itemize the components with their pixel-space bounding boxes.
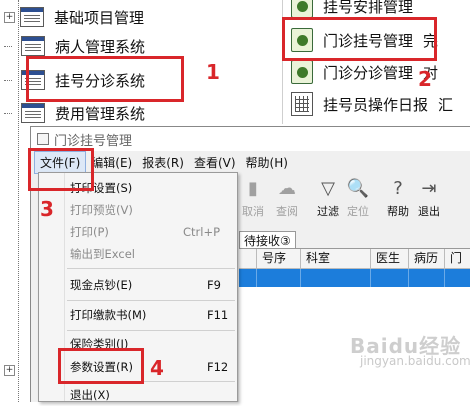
window-title: 门诊挂号管理 (54, 133, 133, 149)
menu-item-label: 打印缴款书(M) (70, 308, 147, 322)
menu-item-print[interactable]: 打印(P) Ctrl+P (39, 221, 237, 243)
menu-item-cash-count[interactable]: 现金点钞(E) F9 (39, 274, 237, 296)
annotation-step-4: 4 (150, 356, 164, 380)
menu-item-print-preview[interactable]: 打印预览(V) (39, 199, 237, 221)
column-header[interactable]: 病历 (409, 249, 445, 268)
report-grid-icon (291, 92, 313, 116)
tree-connector (4, 79, 12, 81)
module-book-icon (291, 0, 313, 18)
menu-report[interactable]: 报表(R) (137, 152, 189, 173)
menu-separator (67, 268, 235, 269)
menu-item-exit[interactable]: 退出(X) (39, 384, 237, 406)
column-header[interactable]: 科室 (301, 249, 371, 268)
submodule-outpatient-triage[interactable]: 门诊分诊管理 对 (291, 58, 438, 86)
module-window-icon (21, 36, 45, 56)
window-titlebar[interactable]: 门诊挂号管理 (31, 127, 470, 151)
menu-separator (67, 330, 235, 331)
tree-connector (4, 112, 12, 114)
tab-pending-receive[interactable]: 待接收③ (239, 231, 296, 249)
tree-item-basic-projects[interactable]: + 基础项目管理 (4, 3, 144, 31)
view-button[interactable]: ☁ 查阅 (272, 177, 302, 219)
menu-help[interactable]: 帮助(H) (241, 152, 293, 173)
annotation-box-step2 (282, 17, 437, 61)
column-header[interactable]: 门 (445, 249, 470, 268)
annotation-step-2: 2 (418, 67, 432, 91)
toolbar-label: 查阅 (276, 205, 298, 218)
menu-view[interactable]: 查看(V) (189, 152, 241, 173)
column-header[interactable]: 号序 (257, 249, 301, 268)
tree-item-label: 基础项目管理 (54, 8, 145, 27)
toolbar-label: 过滤 (317, 205, 339, 218)
view-icon: ☁ (278, 177, 296, 199)
tab-strip: 待接收③ (239, 229, 470, 249)
help-button[interactable]: ? 帮助 (383, 177, 413, 219)
cancel-button[interactable]: ▮ 取消 (238, 177, 268, 219)
menu-item-shortcut: F12 (207, 360, 229, 374)
exit-door-icon: ⇥ (421, 177, 437, 199)
tree-item-collapsed[interactable]: + (4, 356, 20, 384)
help-icon: ? (393, 177, 403, 199)
tree-item-label: 病人管理系统 (55, 37, 146, 56)
submodule-label: 挂号员操作日报 (323, 95, 429, 114)
annotation-box-step3 (28, 148, 94, 191)
module-window-icon (20, 7, 44, 27)
submodule-label: 挂号安排管理 (323, 0, 414, 16)
filter-icon: ▽ (321, 177, 335, 199)
annotation-box-step4 (58, 348, 144, 384)
menu-separator (67, 300, 235, 301)
menu-item-label: 退出(X) (70, 388, 110, 402)
menu-bar: 文件(F) 编辑(E) 报表(R) 查看(V) 帮助(H) (31, 150, 470, 174)
menu-item-shortcut: F9 (207, 278, 221, 292)
toolbar: ▮ 取消 ☁ 查阅 ▽ 过滤 🔍 定位 ? 帮助 ⇥ 退出 (239, 175, 470, 225)
registration-grid: 号序 科室 医生 病历 门 (239, 248, 470, 403)
module-window-icon (21, 103, 45, 123)
annotation-box-step1 (26, 56, 184, 102)
menu-item-shortcut: F11 (207, 308, 229, 322)
baidu-watermark-url: jingyan.baidu.com (360, 354, 470, 368)
tree-item-label: 费用管理系统 (55, 104, 146, 123)
submodule-desc: 汇 (438, 95, 454, 114)
exit-button[interactable]: ⇥ 退出 (414, 177, 444, 219)
annotation-step-3: 3 (40, 197, 54, 221)
expand-icon[interactable]: + (4, 364, 15, 376)
toolbar-label: 退出 (418, 205, 440, 218)
tree-item-fee-management[interactable]: 费用管理系统 (4, 99, 145, 127)
annotation-step-1: 1 (206, 60, 220, 84)
window-app-icon (37, 133, 49, 145)
submodule-operator-daily-report[interactable]: 挂号员操作日报 汇 (291, 90, 453, 118)
grid-header: 号序 科室 医生 病历 门 (239, 249, 470, 269)
toolbar-label: 定位 (347, 205, 369, 218)
grid-header-spacer (239, 249, 257, 268)
toolbar-label: 帮助 (387, 205, 409, 218)
expand-icon[interactable]: + (4, 11, 15, 23)
menu-item-label: 打印(P) (70, 225, 109, 239)
toolbar-label: 取消 (242, 205, 264, 218)
filter-button[interactable]: ▽ 过滤 (313, 177, 343, 219)
module-book-icon (291, 60, 313, 84)
menu-item-label: 输出到Excel (70, 247, 135, 261)
menu-item-label: 现金点钞(E) (70, 278, 133, 292)
tree-connector-line (18, 0, 19, 402)
column-header[interactable]: 医生 (371, 249, 409, 268)
submodule-label: 门诊分诊管理 (323, 63, 414, 82)
table-row[interactable] (239, 269, 470, 287)
tree-connector (4, 45, 12, 47)
locate-button[interactable]: 🔍 定位 (343, 177, 373, 219)
menu-item-export-excel[interactable]: 输出到Excel (39, 243, 237, 265)
menu-item-label: 打印预览(V) (70, 203, 133, 217)
menu-item-print-payment-slip[interactable]: 打印缴款书(M) F11 (39, 304, 237, 326)
cancel-icon: ▮ (248, 177, 258, 199)
menu-item-shortcut: Ctrl+P (183, 225, 221, 239)
locate-icon: 🔍 (346, 177, 370, 199)
